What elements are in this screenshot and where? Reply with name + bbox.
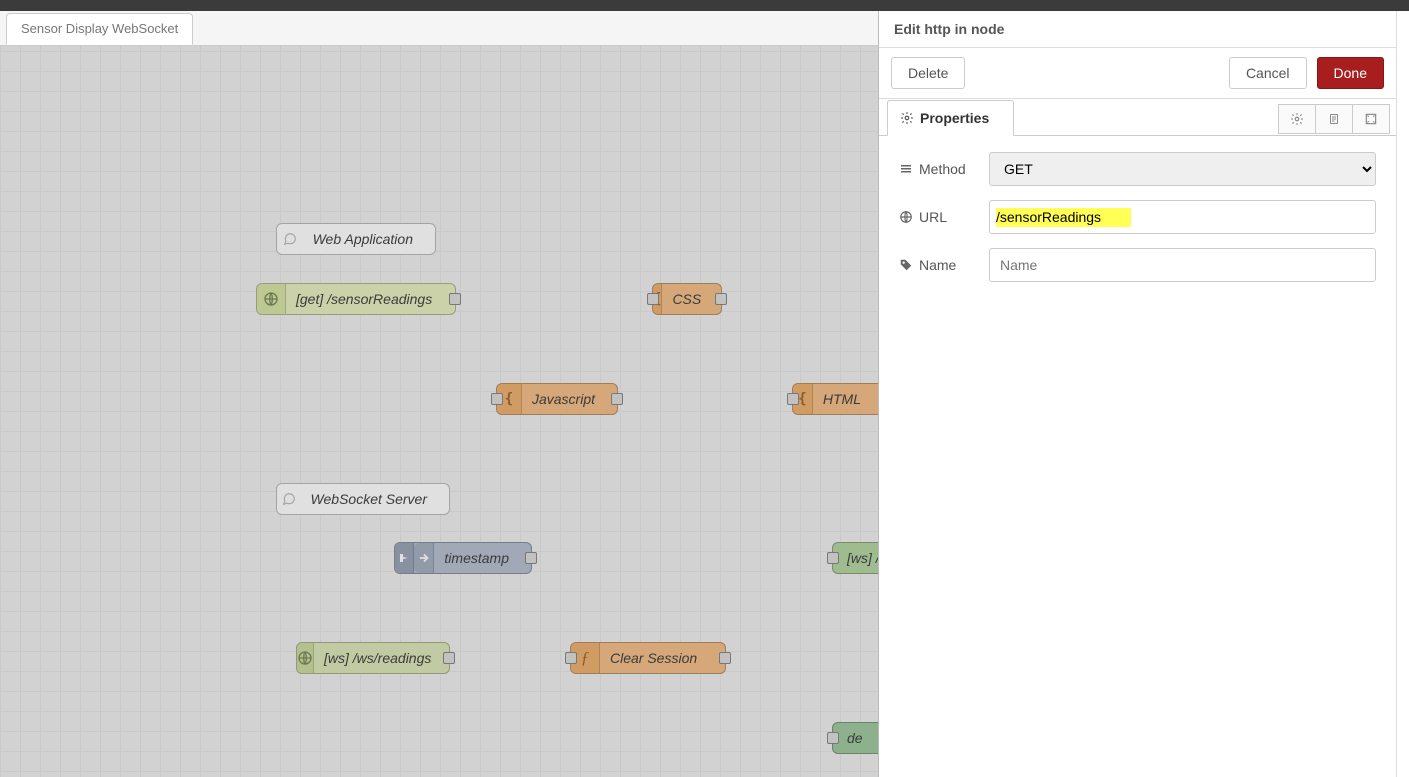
- canvas-dim-overlay: [0, 11, 878, 777]
- gear-icon: [1290, 112, 1304, 126]
- cancel-button[interactable]: Cancel: [1229, 57, 1307, 89]
- url-input[interactable]: [989, 200, 1376, 234]
- method-label: Method: [899, 161, 989, 177]
- gear-icon: [900, 111, 914, 125]
- name-input[interactable]: [989, 248, 1376, 282]
- tab-node-appearance[interactable]: [1352, 104, 1390, 134]
- edit-panel: Edit http in node Delete Cancel Done Pro…: [878, 11, 1396, 777]
- panel-title: Edit http in node: [879, 11, 1396, 48]
- name-label: Name: [899, 257, 989, 273]
- expand-icon: [1364, 112, 1378, 126]
- tab-strip: Sensor Display WebSocket: [0, 11, 878, 46]
- globe-icon: [899, 210, 913, 224]
- method-select[interactable]: GET: [989, 152, 1376, 186]
- tab-node-settings[interactable]: [1278, 104, 1316, 134]
- flow-tab[interactable]: Sensor Display WebSocket: [6, 13, 193, 45]
- tab-properties[interactable]: Properties: [887, 100, 1014, 136]
- flow-tab-label: Sensor Display WebSocket: [21, 21, 178, 36]
- url-label: URL: [899, 209, 989, 225]
- right-sidebar-sliver: [1396, 11, 1409, 777]
- workspace: Web Application [get] /sensorReadings { …: [0, 11, 1409, 777]
- properties-form: Method GET URL: [879, 136, 1396, 312]
- app-topbar: [0, 0, 1409, 11]
- delete-button[interactable]: Delete: [891, 57, 965, 89]
- bars-icon: [899, 163, 913, 175]
- panel-actions: Delete Cancel Done: [879, 48, 1396, 99]
- done-button[interactable]: Done: [1317, 57, 1384, 89]
- tag-icon: [899, 258, 913, 272]
- document-icon: [1328, 112, 1340, 126]
- tab-properties-label: Properties: [920, 110, 989, 126]
- tab-node-description[interactable]: [1315, 104, 1353, 134]
- flow-canvas[interactable]: Web Application [get] /sensorReadings { …: [0, 11, 878, 777]
- panel-tabs: Properties: [879, 99, 1396, 136]
